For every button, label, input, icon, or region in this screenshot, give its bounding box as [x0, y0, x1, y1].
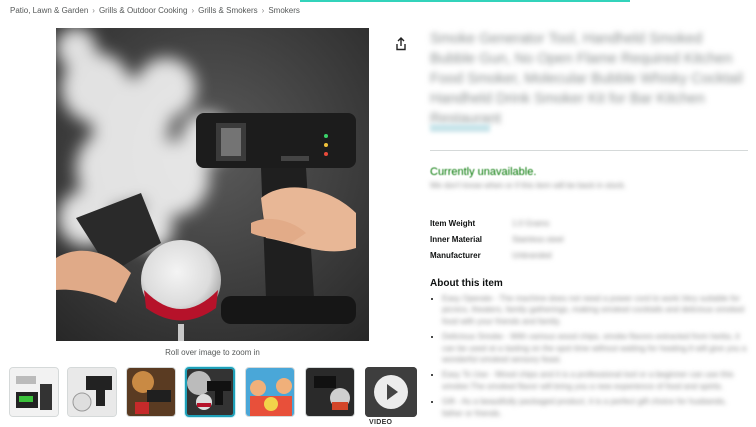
- product-specs-table: Item Weight 1.0 Grams Inner Material Sta…: [430, 215, 670, 263]
- spec-value: Stainless steel: [512, 234, 564, 244]
- video-thumbnail[interactable]: [365, 367, 417, 417]
- spec-value: Unbranded: [512, 250, 552, 260]
- thumbnail-image[interactable]: [245, 367, 295, 417]
- breadcrumb-grills-outdoor-cooking[interactable]: Grills & Outdoor Cooking: [99, 6, 187, 15]
- thumbnail-image[interactable]: [126, 367, 176, 417]
- about-bullet: Gift - As a beautifully packaged product…: [442, 396, 748, 419]
- divider: [430, 150, 748, 151]
- thumbnail-image[interactable]: [67, 367, 117, 417]
- about-bullet: Easy Operate - The machine does not need…: [442, 293, 748, 327]
- spec-row: Inner Material Stainless steel: [430, 231, 670, 247]
- accent-line: [300, 0, 630, 2]
- about-bullet: Easy To Use - Wood chips and it is a pro…: [442, 369, 748, 392]
- about-heading: About this item: [430, 278, 503, 289]
- spec-key: Inner Material: [430, 234, 483, 244]
- top-accent-bar: [0, 0, 756, 2]
- availability-status: Currently unavailable.: [430, 166, 537, 178]
- about-bullet: Delicious Smoke - With various wood chip…: [442, 331, 748, 365]
- thumbnail-image[interactable]: [9, 367, 59, 417]
- product-title: Smoke Generator Tool, Handheld Smoked Bu…: [430, 29, 748, 129]
- share-icon[interactable]: [394, 37, 408, 51]
- spec-key: Manufacturer: [430, 250, 481, 260]
- store-link[interactable]: [430, 124, 490, 132]
- zoom-hint: Roll over image to zoom in: [165, 348, 260, 357]
- breadcrumb-separator: ›: [191, 6, 195, 15]
- breadcrumb-separator: ›: [261, 6, 265, 15]
- spec-value: 1.0 Grams: [512, 218, 550, 228]
- spec-row: Manufacturer Unbranded: [430, 247, 670, 263]
- product-title-text: Smoke Generator Tool, Handheld Smoked Bu…: [430, 31, 743, 127]
- spec-key: Item Weight: [430, 218, 476, 228]
- thumbnail-image-selected[interactable]: [185, 367, 235, 417]
- smoke-gun-photo: [56, 28, 369, 341]
- breadcrumb-grills-smokers[interactable]: Grills & Smokers: [198, 6, 258, 15]
- spec-row: Item Weight 1.0 Grams: [430, 215, 670, 231]
- video-label: VIDEO: [369, 419, 393, 426]
- breadcrumb: Patio, Lawn & Garden › Grills & Outdoor Co…: [10, 6, 300, 15]
- availability-note: We don't know when or if this item will …: [430, 181, 627, 190]
- breadcrumb-patio-lawn-garden[interactable]: Patio, Lawn & Garden: [10, 6, 88, 15]
- main-product-image[interactable]: [56, 28, 369, 341]
- breadcrumb-smokers[interactable]: Smokers: [268, 6, 300, 15]
- about-bullets: Easy Operate - The machine does not need…: [430, 293, 748, 423]
- thumbnail-image[interactable]: [305, 367, 355, 417]
- breadcrumb-separator: ›: [92, 6, 95, 15]
